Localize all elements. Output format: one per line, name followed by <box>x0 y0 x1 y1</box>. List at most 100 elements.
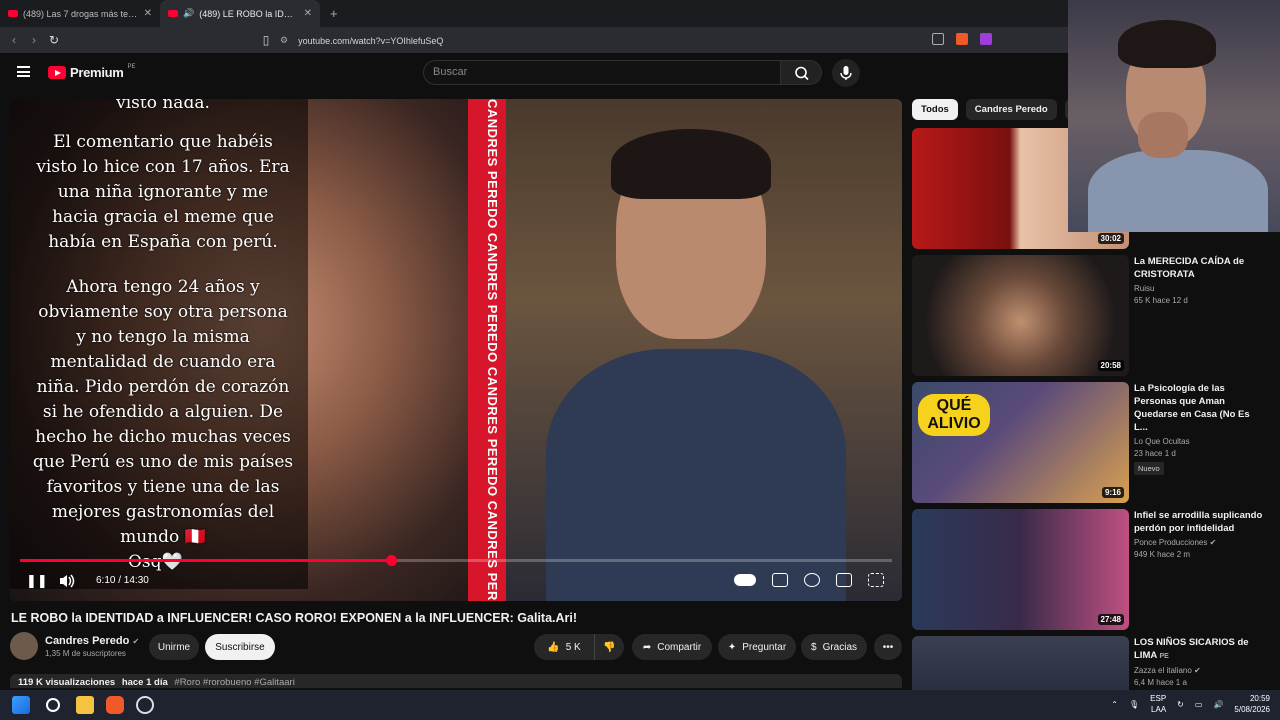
search-button[interactable] <box>780 60 822 85</box>
brave-rewards-icon[interactable] <box>980 33 992 45</box>
watermark-text: CANDRES PEREDO CANDRES PEREDO CANDRES PE… <box>485 99 500 601</box>
miniplayer-icon[interactable] <box>836 573 852 587</box>
channel-name[interactable]: Candres Peredo ✔ <box>45 635 139 647</box>
brave-shield-icon[interactable] <box>956 33 968 45</box>
recommendation-item[interactable]: 20:58 La MERECIDA CAÍDA de CRISTORATA Ru… <box>912 255 1272 376</box>
new-tab-icon[interactable]: + <box>320 6 348 21</box>
share-icon: ➦ <box>642 641 652 653</box>
description-box[interactable]: 119 K visualizaciones hace 1 día #Roro #… <box>10 674 902 688</box>
obs-icon[interactable] <box>136 696 154 714</box>
recommendation-title[interactable]: LOS NIÑOS SICARIOS de LIMA PE <box>1134 636 1264 663</box>
youtube-logo[interactable]: Premium PE <box>48 64 136 80</box>
back-icon[interactable]: ‹ <box>4 33 24 47</box>
thumbs-up-icon: 👍 <box>547 641 560 653</box>
bookmark-icon[interactable]: ▯ <box>256 33 276 47</box>
story-line: mentalidad de cuando era <box>50 352 276 372</box>
display-icon[interactable]: ▭ <box>1195 700 1203 709</box>
search-icon <box>795 66 809 81</box>
recommendation-channel[interactable]: Zazza el italiano ✔ <box>1134 666 1264 675</box>
youtube-favicon-icon <box>168 10 178 17</box>
story-line: Ahora tengo 24 años y <box>66 277 260 297</box>
reload-icon[interactable]: ↻ <box>44 33 64 47</box>
video-player[interactable]: visto nada. El comentario que habéis vis… <box>10 99 902 601</box>
channel-watermark-strip: CANDRES PEREDO CANDRES PEREDO CANDRES PE… <box>468 99 506 601</box>
voice-search-button[interactable] <box>832 59 860 87</box>
video-thumbnail[interactable]: 27:48 <box>912 509 1129 630</box>
pause-icon[interactable]: ❚❚ <box>26 573 48 589</box>
join-button[interactable]: Unirme <box>149 634 199 660</box>
subscribe-button[interactable]: Suscribirse <box>205 634 275 660</box>
video-thumbnail[interactable]: 20:58 <box>912 255 1129 376</box>
story-line: visto lo hice con 17 años. Era <box>36 157 290 177</box>
story-text: visto nada. El comentario que habéis vis… <box>18 99 308 575</box>
subtitles-icon[interactable] <box>772 573 788 587</box>
browser-tab-2[interactable]: 🔊 (489) LE ROBO la IDENTIDAD ✕ <box>160 0 320 27</box>
dollar-icon: $ <box>811 641 817 653</box>
more-actions-button[interactable]: ••• <box>874 634 902 660</box>
autoplay-toggle[interactable] <box>734 574 756 586</box>
tray-overflow-icon[interactable]: ⌃ <box>1111 700 1118 709</box>
hashtags[interactable]: #Roro #rorobueno #Galitaari <box>174 677 294 688</box>
recommendation-title[interactable]: Infiel se arrodilla suplicando perdón po… <box>1134 509 1264 535</box>
language-indicator[interactable]: ESP LAA <box>1150 693 1166 715</box>
video-thumbnail[interactable] <box>912 636 1129 690</box>
story-line: si he ofendido a alguien. De <box>42 402 284 422</box>
recommendation-title[interactable]: La MERECIDA CAÍDA de CRISTORATA <box>1134 255 1264 281</box>
brave-browser-icon[interactable] <box>106 696 124 714</box>
volume-icon[interactable] <box>58 573 76 589</box>
browser-tab-1[interactable]: (489) Las 7 drogas más terroríficas de ✕ <box>0 0 160 27</box>
volume-icon[interactable]: 🔊 <box>1213 700 1223 709</box>
chip-all[interactable]: Todos <box>912 99 958 120</box>
webcam-body <box>1088 150 1268 232</box>
windows-start-icon[interactable] <box>12 696 30 714</box>
recommendation-item[interactable]: 27:48 Infiel se arrodilla suplicando per… <box>912 509 1272 630</box>
clock-date: 5/08/2026 <box>1234 705 1270 714</box>
like-button[interactable]: 👍 5 K <box>534 634 594 660</box>
windows-taskbar: ⌃ 🎙 ESP LAA ↻ ▭ 🔊 20:59 5/08/2026 <box>0 690 1280 720</box>
menu-icon[interactable] <box>17 66 30 77</box>
search-input[interactable]: Buscar <box>423 60 781 85</box>
story-line: hacia gracia el meme que <box>52 207 274 227</box>
microphone-icon <box>840 66 852 80</box>
sync-icon[interactable]: ↻ <box>1177 700 1184 709</box>
presenter-hair <box>611 129 771 199</box>
url-field[interactable]: ⚙ youtube.com/watch?v=YOIhlefuSeQ <box>280 32 1000 49</box>
close-icon[interactable]: ✕ <box>304 8 312 19</box>
close-icon[interactable]: ✕ <box>144 8 152 19</box>
site-info-icon[interactable]: ⚙ <box>280 35 288 46</box>
recommendation-channel[interactable]: Lo Que Ocultas <box>1134 437 1264 446</box>
duration-badge: 30:02 <box>1097 233 1124 244</box>
file-explorer-icon[interactable] <box>76 696 94 714</box>
duration-badge: 20:58 <box>1097 360 1124 371</box>
fullscreen-icon[interactable] <box>868 573 884 587</box>
youtube-header: Premium PE Buscar <box>0 53 1068 93</box>
forward-icon[interactable]: › <box>24 33 44 47</box>
progress-bar[interactable] <box>20 555 892 566</box>
thanks-button[interactable]: $ Gracias <box>801 634 867 660</box>
share-button[interactable]: ➦ Compartir <box>632 634 712 660</box>
dislike-button[interactable]: 👎 <box>594 634 624 660</box>
clock[interactable]: 20:59 5/08/2026 <box>1234 693 1270 715</box>
video-thumbnail[interactable]: QUÉ ALIVIO 9:16 <box>912 382 1129 503</box>
progress-scrubber[interactable] <box>385 555 397 566</box>
ask-button[interactable]: ✦ Preguntar <box>718 634 796 660</box>
language-text: ESP <box>1150 694 1167 703</box>
settings-icon[interactable] <box>804 573 820 587</box>
chip-channel[interactable]: Candres Peredo <box>965 99 1057 120</box>
youtube-favicon-icon <box>8 10 18 17</box>
recommendation-channel[interactable]: Ponce Producciones ✔ <box>1134 538 1264 547</box>
search-icon[interactable] <box>46 698 60 712</box>
recommendation-channel[interactable]: Ruisu <box>1134 284 1264 293</box>
more-icon: ••• <box>882 641 894 653</box>
microphone-icon[interactable]: 🎙 <box>1129 700 1139 709</box>
tab-title: (489) Las 7 drogas más terroríficas de <box>23 8 139 19</box>
story-line: mejores gastronomías del <box>51 502 275 522</box>
recommendation-item[interactable]: LOS NIÑOS SICARIOS de LIMA PE Zazza el i… <box>912 636 1272 690</box>
cast-icon[interactable] <box>932 33 944 45</box>
player-right-controls <box>734 573 884 587</box>
url-text: youtube.com/watch?v=YOIhlefuSeQ <box>298 35 444 46</box>
recommendation-item[interactable]: QUÉ ALIVIO 9:16 La Psicología de las Per… <box>912 382 1272 503</box>
share-label: Compartir <box>657 641 702 653</box>
recommendation-title[interactable]: La Psicología de las Personas que Aman Q… <box>1134 382 1264 434</box>
channel-avatar[interactable] <box>10 632 38 660</box>
